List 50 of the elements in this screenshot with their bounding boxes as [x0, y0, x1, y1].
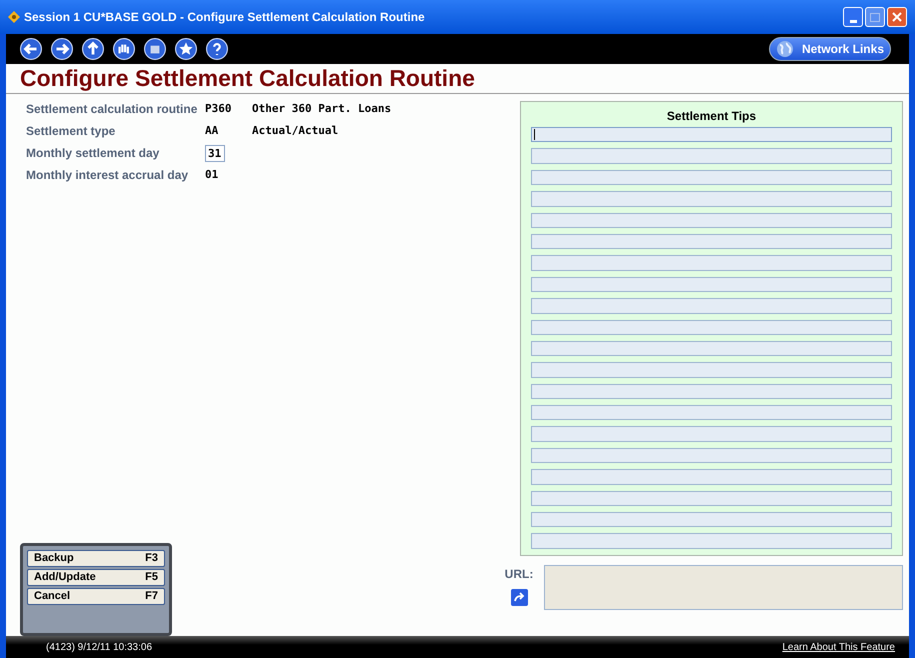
app-icon [8, 11, 20, 23]
field-value: P360 [205, 100, 232, 117]
session-status: (4123) 9/12/11 10:33:06 [46, 640, 152, 654]
tip-line-field[interactable] [531, 512, 892, 528]
tip-line-field[interactable] [531, 276, 892, 292]
field-label: Settlement type [26, 123, 116, 140]
back-icon[interactable] [20, 38, 42, 60]
field-value: AA [205, 122, 220, 139]
forward-icon[interactable] [51, 38, 73, 60]
tip-line-field[interactable] [531, 148, 892, 164]
page-heading: Configure Settlement Calculation Routine [20, 64, 475, 94]
tip-line-field[interactable] [531, 469, 892, 485]
day-input[interactable]: 31 [205, 144, 225, 162]
maximize-button[interactable] [865, 7, 885, 27]
tip-line-field[interactable] [531, 362, 892, 378]
url-field[interactable] [544, 565, 903, 610]
minimize-button[interactable] [843, 7, 863, 27]
field-label: Settlement calculation routine [26, 101, 198, 118]
function-key-button[interactable]: Backup F3 [27, 550, 165, 567]
tip-line-field[interactable] [531, 234, 892, 250]
tip-line-field[interactable] [531, 533, 892, 549]
tips-title: Settlement Tips [666, 108, 756, 125]
learn-link[interactable]: Learn About This Feature [782, 640, 895, 654]
tip-line-field[interactable] [531, 384, 892, 400]
tip-line-field[interactable] [531, 255, 892, 271]
network-links-button[interactable]: Network Links [768, 37, 891, 61]
tip-line-field[interactable] [531, 212, 892, 228]
tip-line-field[interactable] [531, 191, 892, 207]
field-label: Monthly settlement day [26, 145, 160, 162]
tip-line-field[interactable] [531, 490, 892, 506]
tip-line-field[interactable] [531, 426, 892, 442]
field-label: Monthly interest accrual day [26, 167, 190, 184]
help-icon[interactable] [206, 38, 228, 60]
tip-line-field[interactable] [531, 127, 892, 142]
tip-line-field[interactable] [531, 320, 892, 335]
function-key-button[interactable]: Cancel F7 [27, 588, 165, 605]
url-label: URL: [504, 566, 534, 583]
field-description: Actual/Actual [252, 122, 338, 139]
field-description: Other 360 Part. Loans [252, 100, 392, 117]
window-title: Session 1 CU*BASE GOLD - Configure Settlement Calculation Routine [24, 9, 425, 26]
tip-line-field[interactable] [531, 170, 892, 186]
tip-line-field[interactable] [531, 405, 892, 420]
tip-line-field[interactable] [531, 340, 892, 356]
tip-line-field[interactable] [531, 448, 892, 464]
close-button[interactable] [887, 7, 907, 27]
field-value: 01 [205, 166, 220, 183]
close-icon [892, 12, 902, 22]
tip-line-field[interactable] [531, 298, 892, 314]
hand-icon[interactable] [113, 38, 135, 60]
function-key-button[interactable]: Add/Update F5 [27, 569, 165, 586]
